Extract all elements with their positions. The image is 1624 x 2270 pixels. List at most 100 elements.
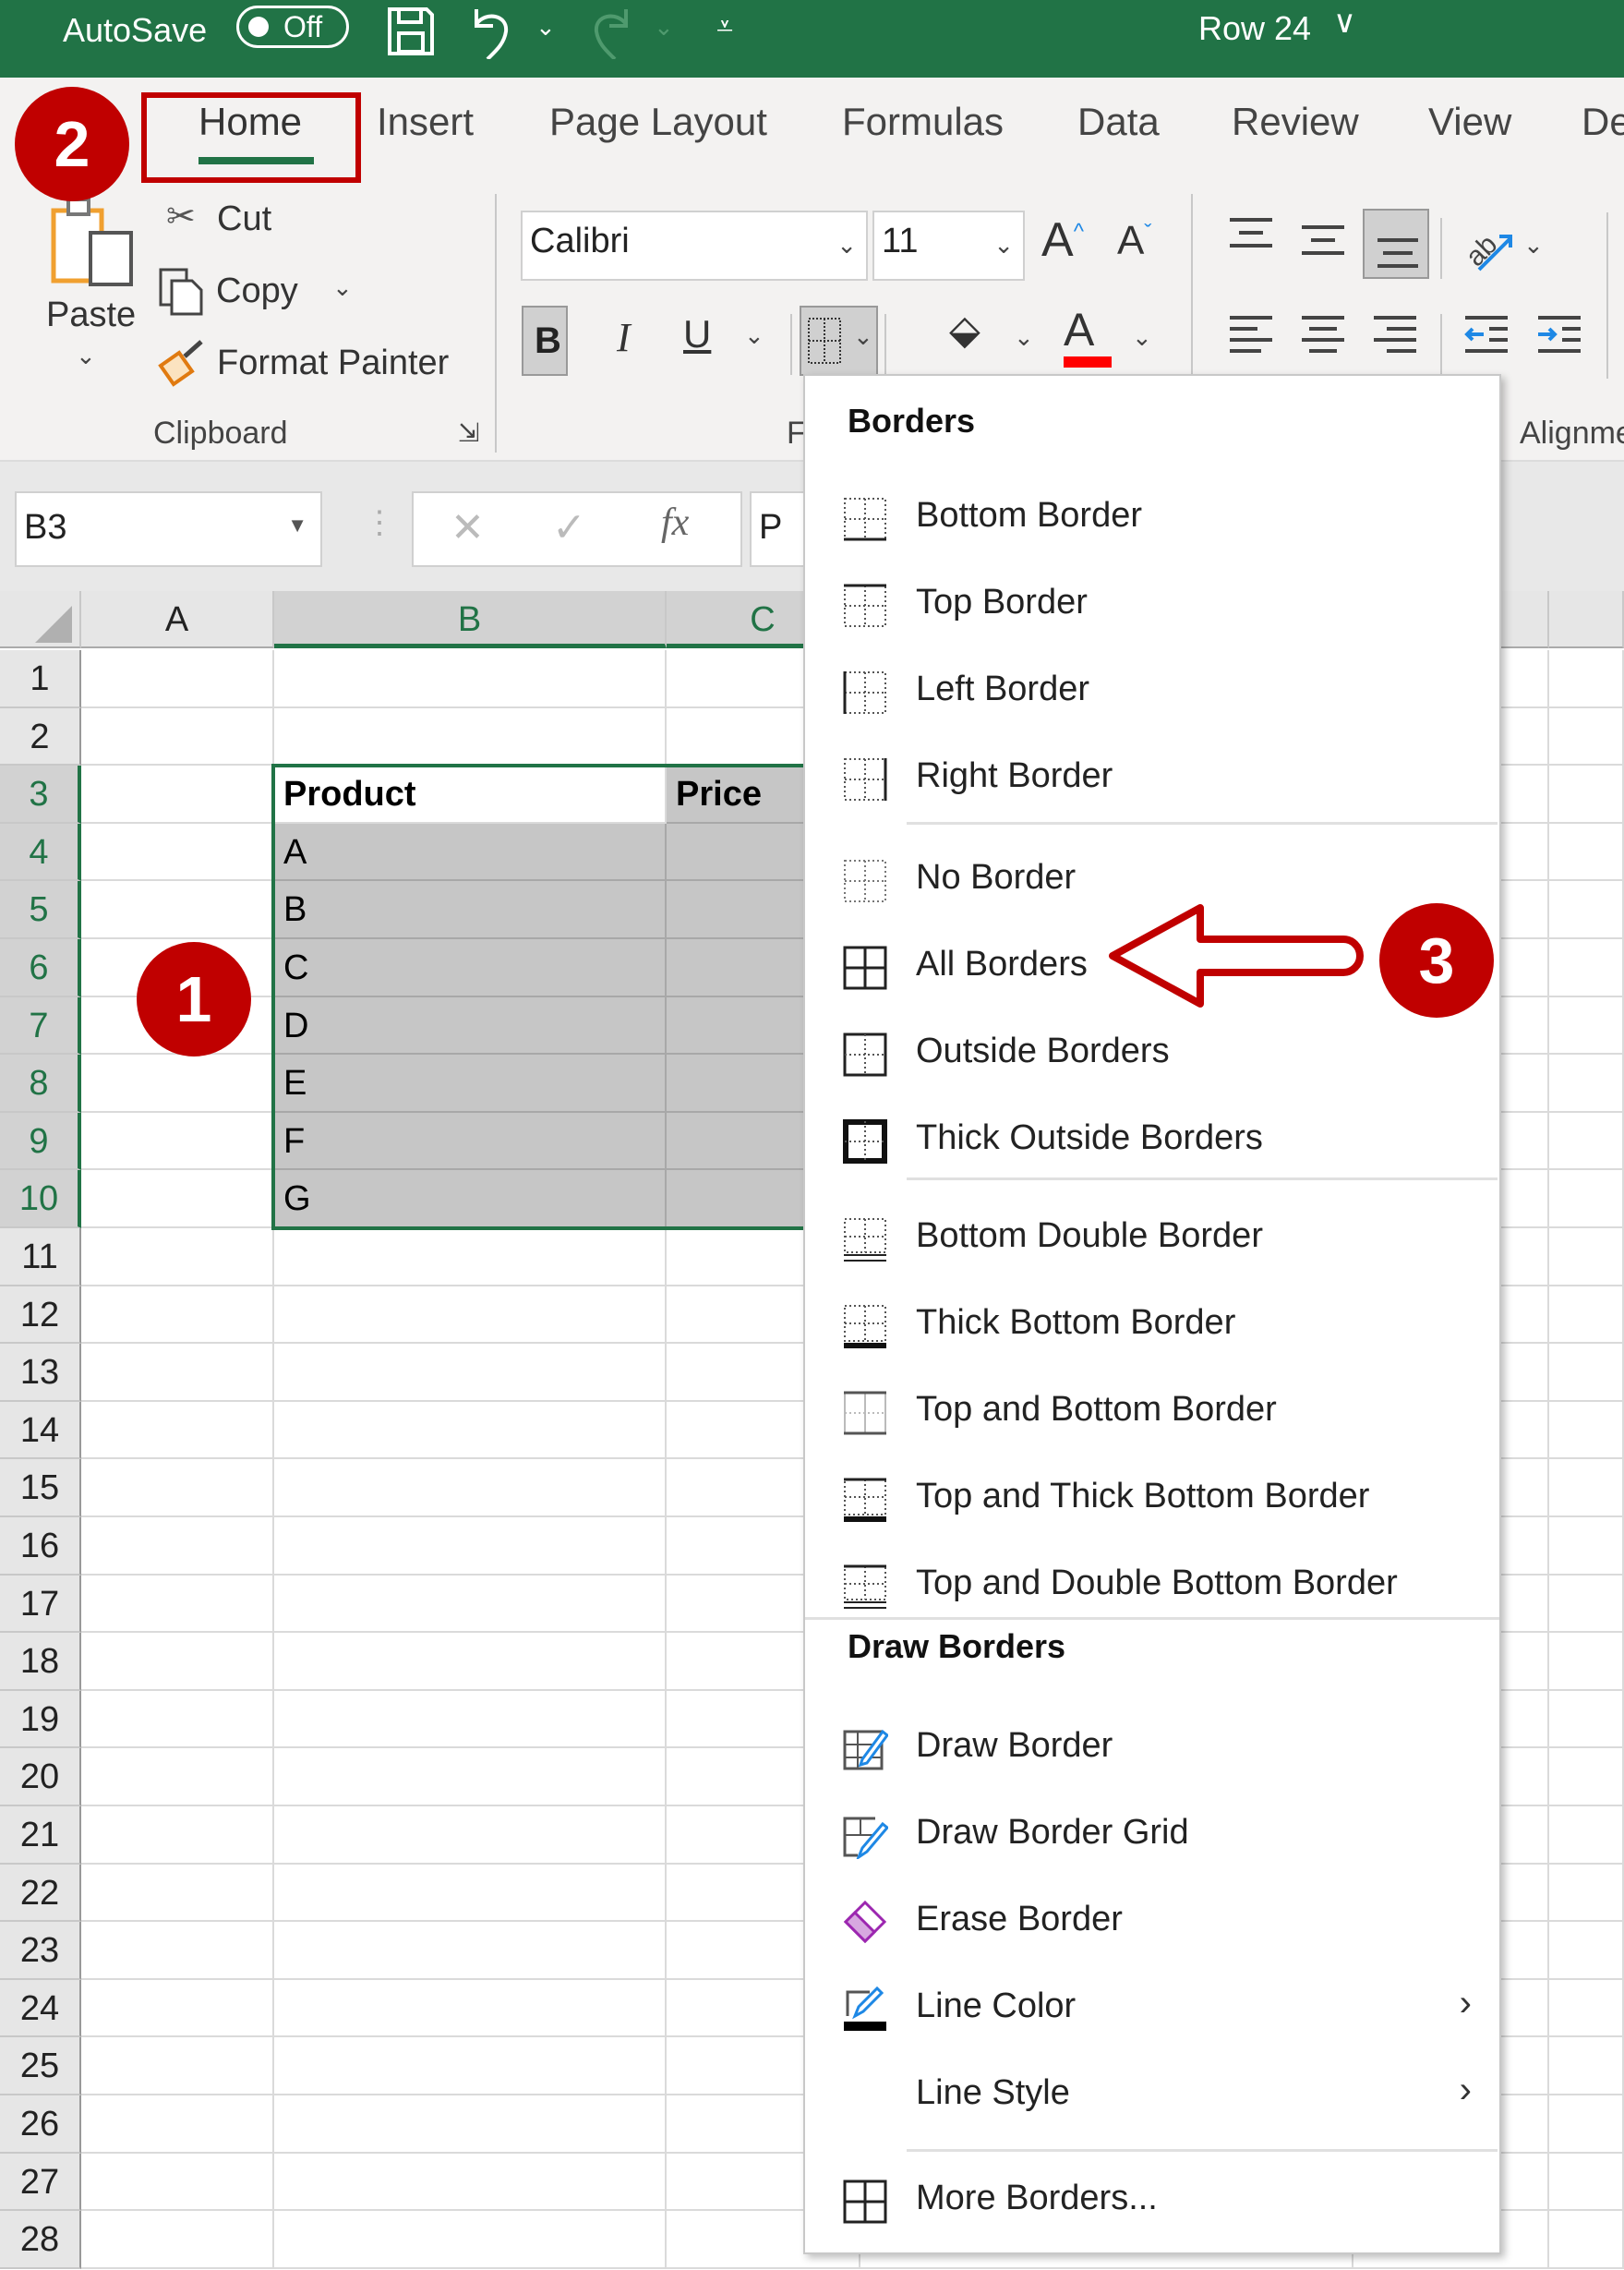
menu-item-draw-border-grid[interactable]: Draw Border Grid [805,1793,1499,1879]
menu-item-erase-border[interactable]: Erase Border [805,1879,1499,1966]
paste-icon[interactable] [50,196,138,288]
cell[interactable] [81,2211,274,2269]
copy-button[interactable]: Copy [216,272,298,311]
undo-icon[interactable] [469,4,515,59]
menu-item-draw-border[interactable]: Draw Border [805,1706,1499,1793]
cell[interactable] [81,1459,274,1517]
formula-input[interactable]: P [750,491,805,567]
cell[interactable] [81,1922,274,1980]
cell[interactable] [1549,2037,1624,2095]
menu-item-more-borders[interactable]: More Borders... [805,2158,1499,2245]
cancel-icon[interactable]: ✕ [451,504,485,551]
menu-item-top-border[interactable]: Top Border [805,562,1499,649]
row-header-16[interactable]: 16 [0,1517,81,1576]
cell[interactable] [274,1344,667,1402]
decrease-font-size-icon[interactable]: Aˇ [1117,218,1151,264]
clipboard-launcher-icon[interactable]: ⇲ [458,417,479,448]
tab-page-layout[interactable]: Page Layout [549,100,767,144]
cell[interactable] [81,1170,274,1228]
cell[interactable] [81,707,274,767]
column-header-b[interactable]: B [274,591,667,648]
cell[interactable] [1549,2211,1624,2269]
cell[interactable] [1549,1459,1624,1517]
cell[interactable] [1549,1979,1624,2038]
cell[interactable] [1549,1690,1624,1749]
document-title[interactable]: Row 24 [1198,9,1311,48]
tab-review[interactable]: Review [1232,100,1359,144]
row-header-23[interactable]: 23 [0,1922,81,1980]
row-header-15[interactable]: 15 [0,1459,81,1517]
enter-icon[interactable]: ✓ [552,504,586,551]
font-color-dropdown-icon[interactable]: ⌄ [1132,323,1152,352]
cell[interactable] [274,1748,667,1806]
row-header-27[interactable]: 27 [0,2153,81,2212]
cell[interactable] [274,707,667,767]
copy-dropdown-icon[interactable]: ⌄ [332,273,353,302]
cell[interactable] [274,1517,667,1576]
row-header-8[interactable]: 8 [0,1055,81,1113]
cell[interactable] [1549,1170,1624,1228]
row-header-2[interactable]: 2 [0,707,81,767]
paste-dropdown-icon[interactable]: ⌄ [76,342,96,370]
cell[interactable] [274,2153,667,2212]
formula-bar-grip-icon[interactable]: ⋮ [364,504,395,541]
fill-color-dropdown-icon[interactable]: ⌄ [1014,323,1034,352]
cell[interactable] [81,1748,274,1806]
cell[interactable] [81,1806,274,1865]
column-header-a[interactable]: A [81,591,274,648]
paste-label[interactable]: Paste [46,296,136,335]
cell[interactable] [1549,1922,1624,1980]
cell[interactable] [81,1344,274,1402]
scissors-icon[interactable]: ✂ [166,196,196,237]
font-color-icon[interactable]: A [1064,303,1094,356]
row-header-28[interactable]: 28 [0,2211,81,2269]
cell[interactable] [1549,1575,1624,1634]
cell[interactable] [274,2095,667,2154]
tab-view[interactable]: View [1428,100,1511,144]
cell[interactable] [81,1401,274,1460]
orientation-icon[interactable]: ab [1459,218,1523,273]
cell[interactable] [1549,881,1624,939]
row-header-19[interactable]: 19 [0,1690,81,1749]
row-header-9[interactable]: 9 [0,1112,81,1171]
menu-item-line-color[interactable]: Line Color › [805,1966,1499,2053]
menu-item-top-and-bottom-border[interactable]: Top and Bottom Border [805,1370,1499,1456]
copy-icon[interactable] [157,266,209,318]
cell[interactable] [1549,1286,1624,1345]
font-size-select[interactable]: 11 ⌄ [872,211,1025,281]
cell[interactable] [274,2037,667,2095]
fill-color-icon[interactable]: ⬙ [949,307,980,354]
cell[interactable] [1549,2153,1624,2212]
row-header-24[interactable]: 24 [0,1979,81,2038]
menu-item-left-border[interactable]: Left Border [805,649,1499,736]
cell[interactable] [81,1864,274,1923]
bottom-align-button[interactable] [1363,209,1429,279]
cell[interactable] [81,2095,274,2154]
font-name-select[interactable]: Calibri ⌄ [521,211,868,281]
cell[interactable] [81,1228,274,1286]
underline-dropdown-icon[interactable]: ⌄ [744,321,764,350]
cell[interactable] [274,1401,667,1460]
row-header-6[interactable]: 6 [0,939,81,997]
cell[interactable] [274,1979,667,2038]
cell[interactable] [274,1806,667,1865]
cell[interactable] [81,1286,274,1345]
middle-align-icon[interactable] [1300,223,1346,260]
cell[interactable] [1549,766,1624,824]
row-header-4[interactable]: 4 [0,823,81,882]
format-painter-icon[interactable] [157,338,209,390]
cell[interactable] [1549,1633,1624,1691]
top-align-icon[interactable] [1228,216,1274,253]
menu-item-bottom-double-border[interactable]: Bottom Double Border [805,1196,1499,1283]
row-header-18[interactable]: 18 [0,1633,81,1691]
align-center-icon[interactable] [1300,314,1346,360]
cell[interactable] [1549,1401,1624,1460]
cell[interactable] [81,650,274,708]
cell[interactable] [1549,1344,1624,1402]
menu-item-bottom-border[interactable]: Bottom Border [805,476,1499,562]
cell[interactable] [1549,1806,1624,1865]
cell[interactable] [1549,2095,1624,2154]
row-header-22[interactable]: 22 [0,1864,81,1923]
cell[interactable] [1549,650,1624,708]
cell[interactable] [81,2153,274,2212]
